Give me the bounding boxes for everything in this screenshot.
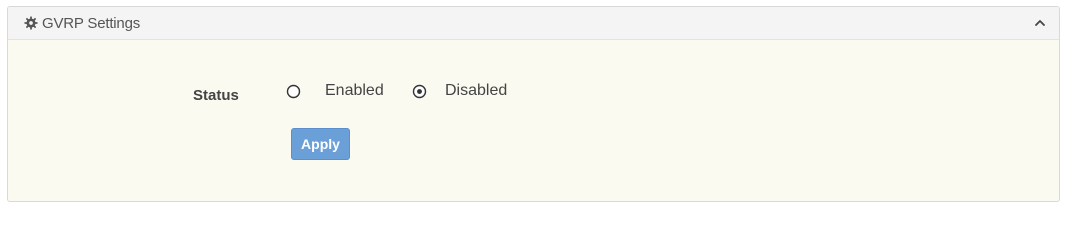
radio-disabled-label[interactable]: Disabled: [445, 82, 507, 100]
panel-title: GVRP Settings: [42, 15, 141, 32]
apply-button[interactable]: Apply: [291, 128, 350, 160]
status-label: Status: [193, 87, 239, 104]
radio-enabled-label[interactable]: Enabled: [325, 82, 384, 100]
chevron-up-icon[interactable]: [1033, 16, 1047, 30]
radio-disabled[interactable]: [412, 84, 427, 99]
radio-enabled[interactable]: [286, 84, 301, 99]
panel-header: GVRP Settings: [8, 7, 1059, 40]
gvrp-settings-panel: GVRP Settings Status Enabled Disabled Ap…: [7, 6, 1060, 202]
gear-icon: [24, 16, 38, 30]
